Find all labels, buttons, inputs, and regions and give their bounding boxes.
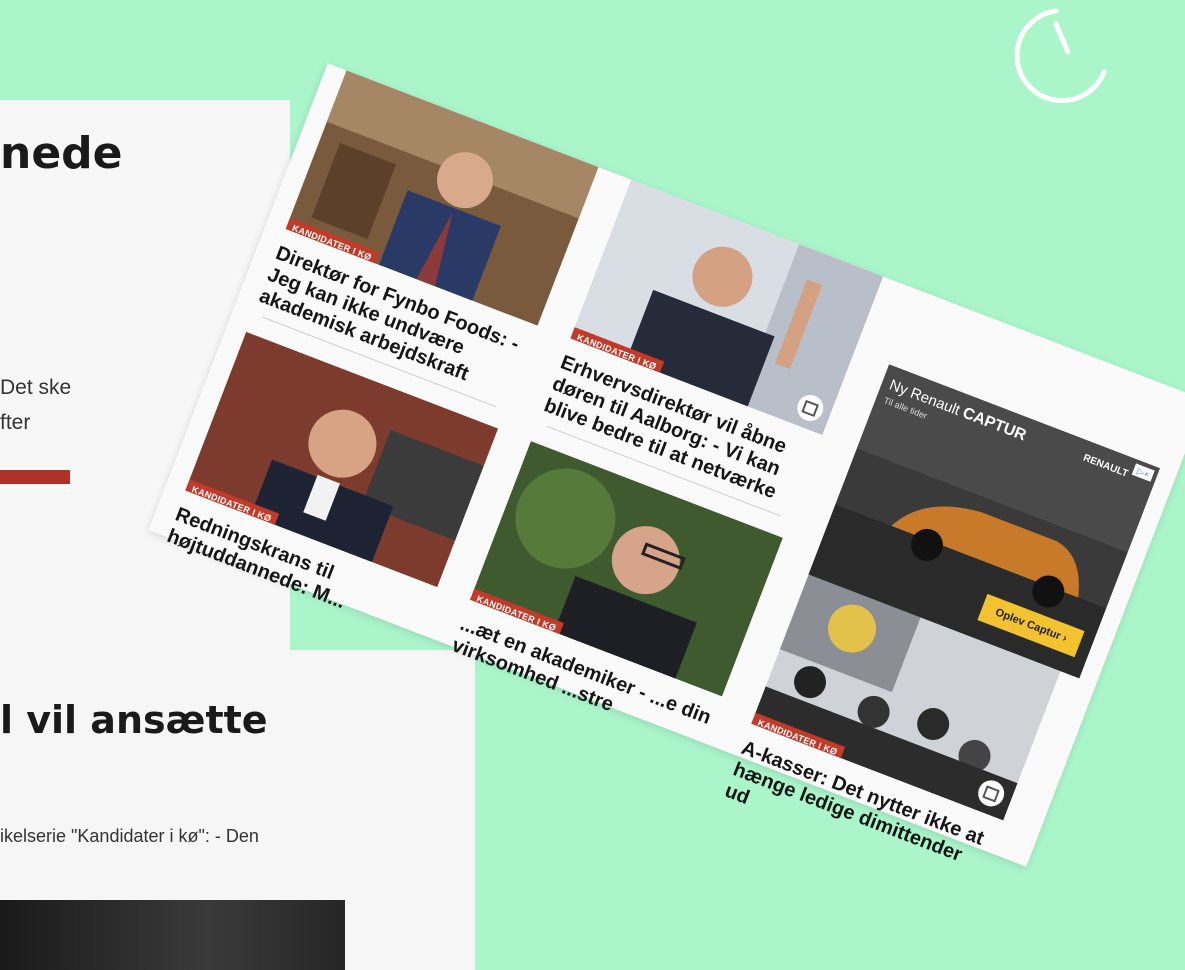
background-article-title: l vil ansætte xyxy=(0,698,268,742)
clock-icon xyxy=(1014,8,1107,104)
background-article-text: fter xyxy=(0,411,31,434)
background-accent-bar xyxy=(0,470,70,484)
background-article-text: Det ske xyxy=(0,376,72,399)
article-card[interactable]: KANDIDATER I KØ Erhvervsdirektør vil åbn… xyxy=(541,179,884,513)
background-article-photo xyxy=(0,900,345,970)
background-article-text: ikelserie "Kandidater i kø": - Den xyxy=(0,826,259,846)
article-card[interactable]: KANDIDATER I KØ Direktør for Fynbo Foods… xyxy=(256,70,599,403)
background-article-title: nede xyxy=(0,128,123,179)
